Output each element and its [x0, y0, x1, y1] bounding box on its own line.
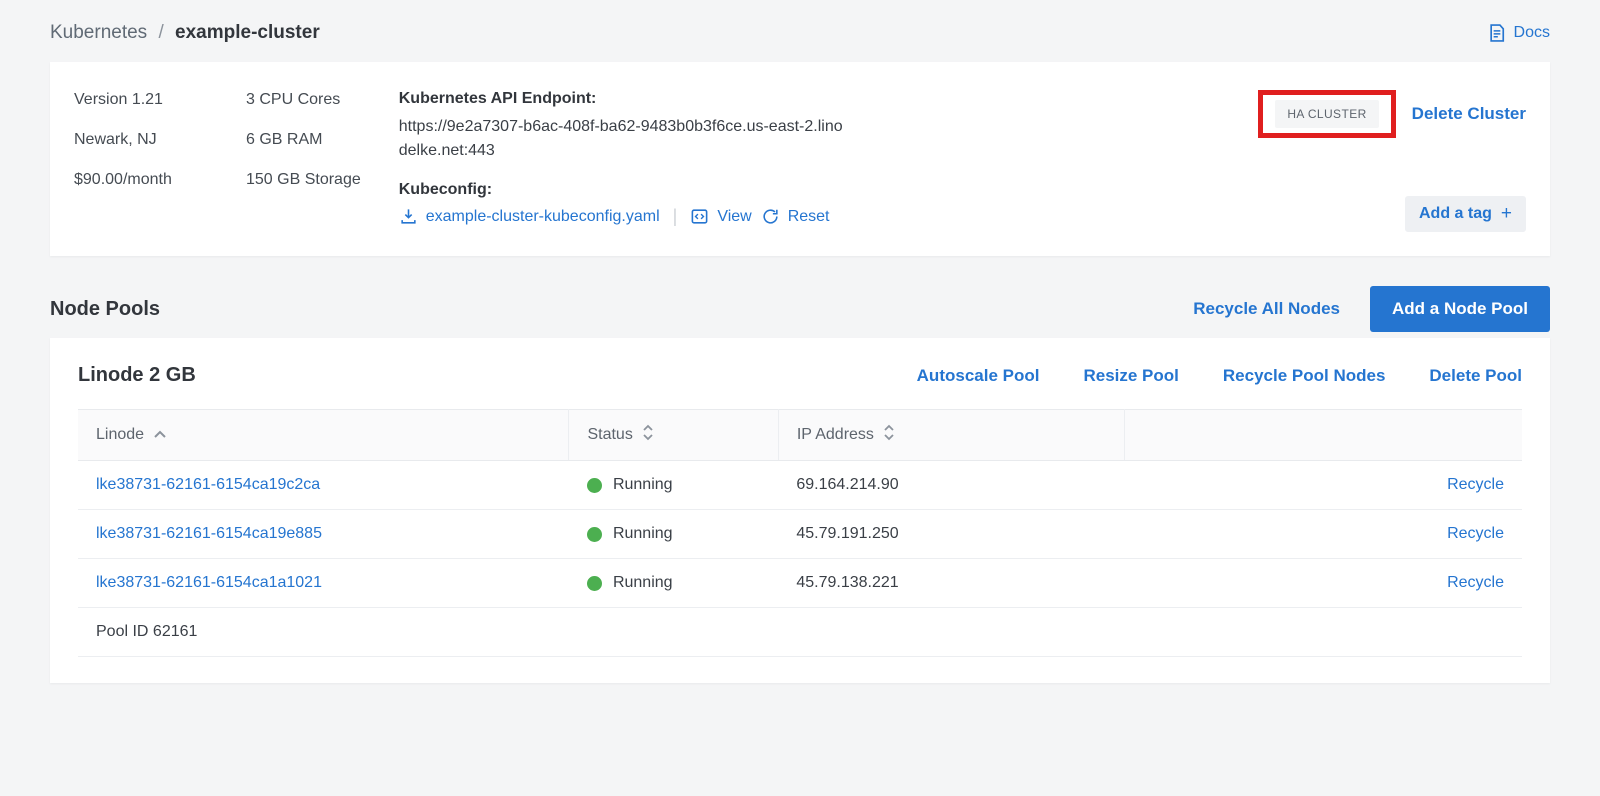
status-running-dot [587, 527, 602, 542]
kubeconfig-label: Kubeconfig: [399, 181, 869, 199]
summary-right-column: HA CLUSTER Delete Cluster Add a tag + [1258, 90, 1526, 232]
cluster-summary-card: Version 1.21 3 CPU Cores Newark, NJ 6 GB… [50, 62, 1550, 256]
spec-ram: 6 GB RAM [246, 130, 361, 150]
breadcrumb-separator: / [158, 22, 163, 43]
recycle-cell: Recycle [1125, 559, 1522, 608]
linode-name-cell: lke38731-62161-6154ca19e885 [78, 510, 569, 559]
plus-icon: + [1501, 207, 1512, 221]
spec-region: Newark, NJ [74, 130, 246, 150]
spec-price: $90.00/month [74, 170, 246, 190]
pool-name: Linode 2 GB [78, 364, 196, 387]
node-pools-actions: Recycle All Nodes Add a Node Pool [1193, 286, 1550, 332]
ip-address-cell: 45.79.191.250 [778, 510, 1125, 559]
recycle-node-link[interactable]: Recycle [1447, 574, 1504, 591]
ip-address-cell: 69.164.214.90 [778, 461, 1125, 510]
add-tag-label: Add a tag [1419, 205, 1492, 223]
spec-version: Version 1.21 [74, 90, 246, 110]
api-endpoint-url: https://9e2a7307-b6ac-408f-ba62-9483b0b3… [399, 115, 847, 163]
column-header-status[interactable]: Status [569, 410, 778, 461]
status-label: Running [613, 476, 673, 494]
delete-pool-link[interactable]: Delete Pool [1429, 366, 1522, 386]
status-running-dot [587, 478, 602, 493]
column-header-linode[interactable]: Linode [78, 410, 569, 461]
node-pools-header: Node Pools Recycle All Nodes Add a Node … [50, 286, 1550, 332]
docs-icon [1487, 23, 1507, 43]
column-header-actions [1125, 410, 1522, 461]
breadcrumb-current-cluster: example-cluster [175, 22, 320, 43]
download-icon [399, 207, 418, 226]
divider: | [673, 206, 678, 227]
recycle-node-link[interactable]: Recycle [1447, 525, 1504, 542]
add-node-pool-button[interactable]: Add a Node Pool [1370, 286, 1550, 332]
code-view-icon [690, 207, 709, 226]
status-cell: Running [569, 559, 778, 608]
view-kubeconfig-link[interactable]: View [690, 207, 751, 226]
linode-name-cell: lke38731-62161-6154ca19c2ca [78, 461, 569, 510]
reset-icon [761, 207, 780, 226]
recycle-node-link[interactable]: Recycle [1447, 476, 1504, 493]
linode-name-cell: lke38731-62161-6154ca1a1021 [78, 559, 569, 608]
linode-link[interactable]: lke38731-62161-6154ca19e885 [96, 525, 322, 542]
spec-cpu: 3 CPU Cores [246, 90, 361, 110]
kubernetes-cluster-page: Kubernetes / example-cluster Docs Versio… [0, 0, 1600, 683]
recycle-cell: Recycle [1125, 461, 1522, 510]
status-running-dot [587, 576, 602, 591]
recycle-cell: Recycle [1125, 510, 1522, 559]
recycle-pool-nodes-link[interactable]: Recycle Pool Nodes [1223, 366, 1386, 386]
kubeconfig-row: example-cluster-kubeconfig.yaml | View [399, 206, 869, 227]
breadcrumb: Kubernetes / example-cluster [50, 22, 320, 44]
table-row: lke38731-62161-6154ca1a1021 Running 45.7… [78, 559, 1522, 608]
pool-id-label: Pool ID 62161 [78, 608, 1522, 657]
status-label: Running [613, 525, 673, 543]
kubeconfig-download-link[interactable]: example-cluster-kubeconfig.yaml [399, 207, 660, 226]
pool-footer-row: Pool ID 62161 [78, 608, 1522, 657]
recycle-all-nodes-link[interactable]: Recycle All Nodes [1193, 299, 1340, 319]
nodes-table: Linode Status [78, 409, 1522, 657]
pool-action-links: Autoscale Pool Resize Pool Recycle Pool … [917, 366, 1522, 386]
sort-both-icon [883, 424, 895, 446]
ip-address-cell: 45.79.138.221 [778, 559, 1125, 608]
add-tag-button[interactable]: Add a tag + [1405, 196, 1526, 232]
linode-link[interactable]: lke38731-62161-6154ca19c2ca [96, 476, 320, 493]
status-cell: Running [569, 510, 778, 559]
linode-link[interactable]: lke38731-62161-6154ca1a1021 [96, 574, 322, 591]
autoscale-pool-link[interactable]: Autoscale Pool [917, 366, 1040, 386]
reset-label: Reset [788, 208, 830, 226]
top-bar: Kubernetes / example-cluster Docs [50, 16, 1550, 50]
docs-label: Docs [1514, 24, 1550, 42]
endpoint-block: Kubernetes API Endpoint: https://9e2a730… [399, 90, 869, 232]
table-row: lke38731-62161-6154ca19c2ca Running 69.1… [78, 461, 1522, 510]
table-header-row: Linode Status [78, 410, 1522, 461]
column-label-linode: Linode [96, 426, 144, 444]
annotation-highlight-box: HA CLUSTER [1258, 90, 1395, 138]
column-label-status: Status [587, 426, 632, 444]
delete-cluster-link[interactable]: Delete Cluster [1412, 104, 1526, 124]
sort-both-icon [642, 424, 654, 446]
spec-storage: 150 GB Storage [246, 170, 361, 190]
column-header-ip[interactable]: IP Address [778, 410, 1125, 461]
kubeconfig-filename: example-cluster-kubeconfig.yaml [426, 208, 660, 226]
resize-pool-link[interactable]: Resize Pool [1083, 366, 1178, 386]
column-label-ip: IP Address [797, 426, 874, 444]
breadcrumb-kubernetes-link[interactable]: Kubernetes [50, 22, 147, 43]
node-pool-card: Linode 2 GB Autoscale Pool Resize Pool R… [50, 338, 1550, 683]
reset-kubeconfig-link[interactable]: Reset [761, 207, 830, 226]
cluster-specs: Version 1.21 3 CPU Cores Newark, NJ 6 GB… [74, 90, 361, 232]
table-row: lke38731-62161-6154ca19e885 Running 45.7… [78, 510, 1522, 559]
docs-link[interactable]: Docs [1487, 23, 1550, 43]
sort-ascending-icon [153, 426, 167, 444]
ha-cluster-chip: HA CLUSTER [1275, 100, 1378, 128]
status-label: Running [613, 574, 673, 592]
api-endpoint-label: Kubernetes API Endpoint: [399, 90, 869, 108]
node-pools-title: Node Pools [50, 298, 160, 321]
ha-row: HA CLUSTER Delete Cluster [1258, 90, 1526, 138]
pool-head: Linode 2 GB Autoscale Pool Resize Pool R… [78, 364, 1522, 387]
view-label: View [717, 208, 751, 226]
status-cell: Running [569, 461, 778, 510]
